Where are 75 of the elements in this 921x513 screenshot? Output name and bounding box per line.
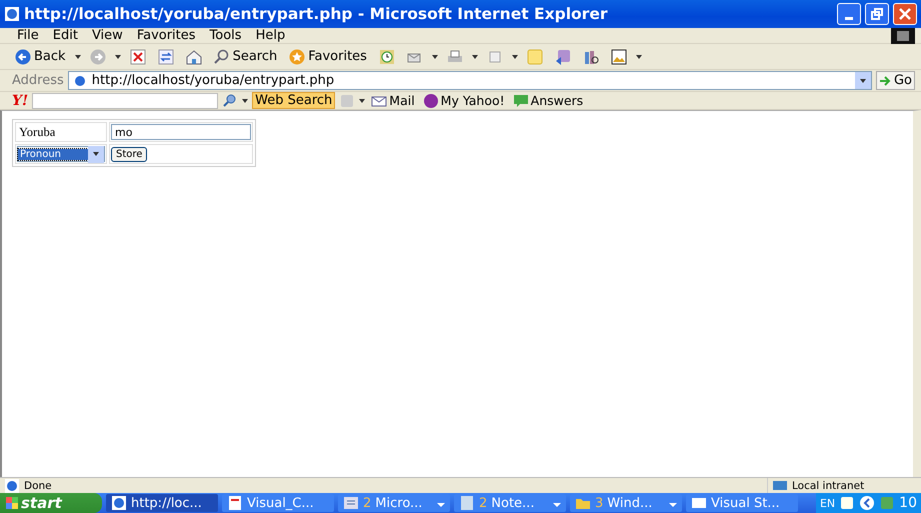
home-icon: [186, 48, 202, 64]
favorites-button[interactable]: Favorites: [286, 48, 370, 64]
search-button[interactable]: Search: [210, 48, 280, 64]
speech-bubble-icon: [512, 92, 529, 108]
circle-icon: [422, 92, 439, 108]
back-button[interactable]: Back: [12, 48, 69, 64]
search-icon: [222, 92, 238, 108]
messenger-icon: [554, 48, 571, 64]
menu-item[interactable]: File: [12, 28, 44, 43]
printer-icon: [446, 48, 463, 64]
store-button[interactable]: Store: [111, 147, 148, 162]
taskbar-button[interactable]: 2 Micro...: [338, 494, 450, 512]
taskbar-button[interactable]: Visual St...: [686, 494, 798, 512]
clock-icon: [378, 48, 395, 64]
caret-icon: [74, 54, 81, 58]
books-icon: [582, 48, 599, 64]
close-button[interactable]: [893, 3, 917, 25]
dropdown-button[interactable]: [854, 72, 871, 89]
document-icon: [343, 495, 359, 511]
clock: 10: [899, 495, 917, 511]
minimize-icon: [845, 16, 853, 20]
status-text: Done: [24, 480, 53, 492]
restore-button[interactable]: [865, 3, 889, 25]
caret-icon: [512, 54, 518, 58]
minimize-button[interactable]: [837, 3, 861, 25]
myyahoo-link[interactable]: My Yahoo!: [420, 92, 507, 108]
caret-icon: [432, 54, 438, 58]
menu-item[interactable]: Favorites: [132, 28, 201, 43]
menu-item[interactable]: Help: [250, 28, 290, 43]
start-button[interactable]: start: [0, 493, 102, 513]
notepad-icon: [459, 495, 475, 511]
restore-icon: [871, 8, 883, 20]
arrow-icon: [878, 74, 891, 86]
taskbar-button[interactable]: http://loc...: [106, 494, 218, 512]
document-icon: [227, 495, 243, 511]
zone-text: Local intranet: [792, 480, 864, 492]
taskbar-button[interactable]: 2 Note...: [454, 494, 566, 512]
windows-logo-icon: [891, 28, 915, 44]
window-title: http://localhost/yoruba/entrypart.php - Microsoft Internet Explorer: [24, 5, 608, 23]
search-icon: [214, 48, 230, 64]
document-icon: [486, 48, 503, 64]
browser-icon: [4, 6, 20, 22]
caret-icon: [472, 54, 478, 58]
caret-icon: [242, 98, 248, 102]
field-label: Yoruba: [18, 124, 56, 138]
caret-icon: [860, 78, 866, 82]
close-icon: [899, 8, 911, 20]
caret-icon: [114, 54, 121, 58]
answers-link[interactable]: Answers: [510, 92, 586, 108]
address-label: Address: [12, 73, 64, 88]
browser-icon: [111, 495, 127, 511]
menu-item[interactable]: Edit: [48, 28, 83, 43]
menu-item[interactable]: Tools: [204, 28, 247, 43]
address-field[interactable]: http://localhost/yoruba/entrypart.php: [68, 71, 872, 90]
menu-item[interactable]: View: [86, 28, 128, 43]
browser-icon: [4, 478, 20, 494]
taskbar-button[interactable]: Visual_C...: [222, 494, 334, 512]
word-type-select[interactable]: Pronoun: [17, 146, 105, 162]
window-icon: [691, 495, 707, 511]
note-icon: [526, 48, 543, 64]
web-search-button[interactable]: Web Search: [252, 92, 336, 109]
word-input[interactable]: mo: [111, 124, 251, 140]
caret-icon: [93, 152, 99, 156]
image-icon: [610, 48, 627, 64]
go-button[interactable]: Go: [876, 71, 915, 90]
search-field[interactable]: [32, 92, 218, 108]
mail-link[interactable]: Mail: [369, 92, 417, 108]
caret-icon: [636, 54, 642, 58]
yahoo-logo[interactable]: Y!: [12, 92, 28, 108]
stop-icon: [130, 48, 146, 64]
windows-logo-icon: [6, 497, 18, 509]
refresh-icon: [158, 48, 174, 64]
caret-icon: [359, 98, 366, 102]
dropdown-button[interactable]: [88, 146, 104, 162]
taskbar-button[interactable]: 3 Wind...: [570, 494, 682, 512]
